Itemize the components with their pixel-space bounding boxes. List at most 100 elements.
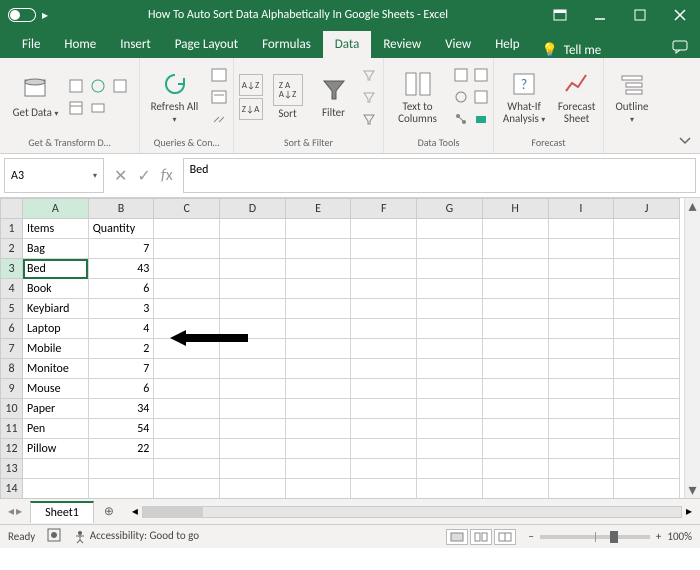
macro-record-icon[interactable]	[47, 528, 61, 545]
row-header[interactable]: 7	[1, 339, 23, 359]
cell[interactable]	[417, 379, 483, 399]
cell[interactable]	[548, 299, 614, 319]
cell[interactable]	[23, 459, 89, 479]
enter-formula-icon[interactable]: ✓	[137, 166, 150, 186]
cell[interactable]	[285, 319, 351, 339]
cell[interactable]: Keybiard	[23, 299, 89, 319]
existing-conn-icon[interactable]	[88, 98, 108, 118]
scroll-up-icon[interactable]: ▴	[685, 198, 700, 214]
cell[interactable]	[417, 459, 483, 479]
cell[interactable]: 4	[88, 319, 154, 339]
from-table-icon[interactable]	[66, 98, 86, 118]
cell[interactable]	[417, 239, 483, 259]
qat-more-icon[interactable]: ▸	[42, 8, 48, 23]
cell[interactable]: 6	[88, 279, 154, 299]
zoom-out-button[interactable]: −	[528, 530, 533, 543]
cell[interactable]	[154, 359, 220, 379]
tab-home[interactable]: Home	[52, 31, 108, 58]
relationships-icon[interactable]	[451, 109, 471, 129]
sort-asc-icon[interactable]: A↓Z	[239, 74, 263, 96]
sort-button[interactable]: Z AA↓Z Sort	[267, 72, 309, 122]
cell[interactable]	[548, 379, 614, 399]
cell[interactable]	[548, 479, 614, 499]
cell[interactable]	[220, 299, 286, 319]
select-all-corner[interactable]	[1, 199, 23, 219]
col-header-i[interactable]: I	[548, 199, 614, 219]
tab-data[interactable]: Data	[323, 31, 372, 58]
cell[interactable]	[417, 439, 483, 459]
cell[interactable]	[614, 219, 680, 239]
cell[interactable]	[614, 319, 680, 339]
cell[interactable]	[351, 339, 417, 359]
formula-input[interactable]: Bed	[183, 158, 696, 193]
flash-fill-icon[interactable]	[451, 65, 471, 85]
cell[interactable]	[351, 359, 417, 379]
cell[interactable]	[23, 479, 89, 499]
cell[interactable]	[482, 339, 548, 359]
row-header[interactable]: 9	[1, 379, 23, 399]
cell[interactable]	[285, 339, 351, 359]
cell[interactable]: Pen	[23, 419, 89, 439]
row-header[interactable]: 5	[1, 299, 23, 319]
cell[interactable]	[351, 479, 417, 499]
cell[interactable]	[154, 419, 220, 439]
cell[interactable]	[548, 419, 614, 439]
cell[interactable]: 43	[88, 259, 154, 279]
text-to-columns-button[interactable]: Text to Columns	[388, 67, 447, 127]
cell[interactable]	[351, 319, 417, 339]
tab-review[interactable]: Review	[371, 31, 433, 58]
cell[interactable]	[482, 219, 548, 239]
forecast-sheet-button[interactable]: Forecast Sheet	[554, 67, 599, 127]
cell[interactable]	[88, 459, 154, 479]
sort-desc-icon[interactable]: Z↓A	[239, 98, 263, 120]
cell[interactable]	[220, 419, 286, 439]
cell[interactable]	[285, 259, 351, 279]
cell[interactable]	[614, 359, 680, 379]
advanced-filter-icon[interactable]	[359, 109, 379, 129]
add-sheet-button[interactable]: ⊕	[94, 504, 124, 519]
data-validation-icon[interactable]	[451, 87, 471, 107]
tab-file[interactable]: File	[10, 31, 52, 58]
minimize-button[interactable]	[580, 0, 620, 30]
cell[interactable]: 3	[88, 299, 154, 319]
cell[interactable]	[548, 359, 614, 379]
cell[interactable]: Mouse	[23, 379, 89, 399]
cell[interactable]	[285, 419, 351, 439]
cell[interactable]	[614, 239, 680, 259]
col-header-j[interactable]: J	[614, 199, 680, 219]
cell[interactable]: 34	[88, 399, 154, 419]
reapply-icon[interactable]	[359, 87, 379, 107]
cell[interactable]	[548, 459, 614, 479]
col-header-c[interactable]: C	[154, 199, 220, 219]
cell[interactable]: Quantity	[88, 219, 154, 239]
cell[interactable]	[614, 419, 680, 439]
maximize-button[interactable]	[620, 0, 660, 30]
cell[interactable]	[417, 319, 483, 339]
hscroll-thumb[interactable]	[143, 507, 203, 517]
cell[interactable]	[548, 439, 614, 459]
worksheet-grid[interactable]: A B C D E F G H I J 1 Items Quantity 2 B…	[0, 198, 700, 498]
cell[interactable]	[154, 399, 220, 419]
cell[interactable]	[548, 399, 614, 419]
cell[interactable]	[285, 279, 351, 299]
cell[interactable]	[614, 279, 680, 299]
cell[interactable]	[417, 359, 483, 379]
cell[interactable]: 7	[88, 239, 154, 259]
from-web-icon[interactable]	[88, 76, 108, 96]
ribbon-display-icon[interactable]	[540, 0, 580, 30]
horizontal-scrollbar[interactable]: ◂ ▸	[124, 504, 700, 519]
col-header-g[interactable]: G	[417, 199, 483, 219]
vertical-scrollbar[interactable]: ▴ ▾	[684, 198, 700, 498]
cell[interactable]	[482, 379, 548, 399]
cell[interactable]	[614, 459, 680, 479]
cell[interactable]: Monitoe	[23, 359, 89, 379]
cell[interactable]	[285, 399, 351, 419]
cell[interactable]	[351, 419, 417, 439]
cell[interactable]	[220, 359, 286, 379]
cell[interactable]	[220, 219, 286, 239]
remove-dupes-icon[interactable]	[471, 65, 491, 85]
cell[interactable]	[154, 479, 220, 499]
cell[interactable]	[220, 399, 286, 419]
cell[interactable]	[154, 259, 220, 279]
cell[interactable]	[351, 439, 417, 459]
